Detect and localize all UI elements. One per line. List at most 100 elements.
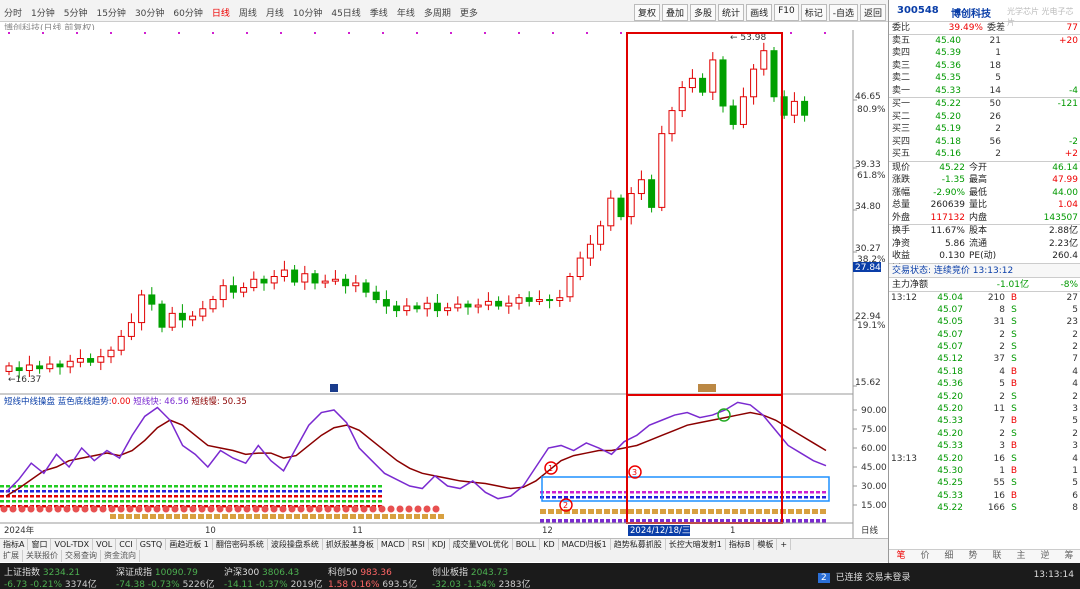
- asks-row[interactable]: 卖五 45.40 21 +20: [889, 35, 1080, 48]
- index-ticker[interactable]: 创业板指 2043.73 -32.03 -1.54% 2383亿: [432, 565, 530, 589]
- period-tab[interactable]: 分时: [4, 6, 22, 19]
- candle-body: [535, 299, 543, 302]
- indicator-tab[interactable]: 趋势私募抓股: [611, 539, 666, 550]
- extension-tab[interactable]: 资金流向: [101, 550, 140, 562]
- bids-row[interactable]: 买五 45.16 2 +2: [889, 148, 1080, 161]
- panel-bottom-tabs: 笔价细势联主逆筹: [889, 549, 1080, 563]
- indicator-tab[interactable]: 成交量VOL优化: [450, 539, 513, 550]
- indicator-tab[interactable]: KDJ: [429, 539, 450, 550]
- current-price-value: 27.84: [855, 263, 881, 273]
- netflow-row: 主力净额 -1.01亿 -8%: [889, 278, 1080, 292]
- bids-row[interactable]: 买四 45.18 56 -2: [889, 136, 1080, 149]
- event-marker[interactable]: [698, 384, 716, 392]
- index-ticker[interactable]: 深证成指 10090.79 -74.38 -0.73% 5226亿: [116, 565, 214, 589]
- asks-row[interactable]: 卖一 45.33 14 -4: [889, 85, 1080, 98]
- tick-side: B: [1010, 490, 1018, 501]
- indicator-tab[interactable]: VOL-TDX: [51, 539, 94, 550]
- quote-row: 外盘 117132 内盘 143507: [889, 212, 1080, 225]
- chart-action-button[interactable]: 画线: [746, 4, 773, 21]
- period-tab[interactable]: 周线: [239, 6, 257, 19]
- index-ticker[interactable]: 科创50 983.36 1.58 0.16% 693.5亿: [328, 565, 417, 589]
- asks-row[interactable]: 卖三 45.36 18: [889, 60, 1080, 73]
- event-marker[interactable]: [330, 384, 338, 392]
- indicator-tab[interactable]: MACD: [378, 539, 409, 550]
- asks-row[interactable]: 卖二 45.35 5: [889, 72, 1080, 85]
- cursor-date: 2024/12/18/三: [630, 526, 690, 536]
- kline-chart[interactable]: 46.6539.3334.8030.2722.9415.6280.9%61.8%…: [0, 30, 888, 395]
- indicator-tab[interactable]: 波段操盘系统: [268, 539, 323, 550]
- candle-body: [627, 193, 635, 218]
- bids-row[interactable]: 买二 45.20 26: [889, 111, 1080, 124]
- period-tab[interactable]: 10分钟: [293, 6, 322, 19]
- indicator-tab[interactable]: 窗口: [28, 539, 52, 550]
- chart-action-button[interactable]: 叠加: [662, 4, 689, 21]
- indicator-tab[interactable]: RSI: [409, 539, 429, 550]
- indicator-tab[interactable]: 长控大暗发射1: [666, 539, 726, 550]
- chart-action-button[interactable]: 返回: [859, 4, 886, 21]
- panel-tab[interactable]: 主: [1009, 550, 1033, 563]
- index-ticker[interactable]: 沪深300 3806.43 -14.11 -0.37% 2019亿: [224, 565, 322, 589]
- pct-axis-label: 61.8%: [857, 171, 886, 181]
- tick-time: [889, 502, 921, 514]
- indicator-tab[interactable]: VOL: [93, 539, 117, 550]
- candle-body: [637, 179, 645, 195]
- chart-action-button[interactable]: -自选: [828, 4, 858, 21]
- indicator-tab[interactable]: CCI: [116, 539, 137, 550]
- bids-row[interactable]: 买三 45.19 2: [889, 123, 1080, 136]
- period-tab[interactable]: 5分钟: [64, 6, 88, 19]
- period-tab[interactable]: 60分钟: [173, 6, 202, 19]
- indicator-tab[interactable]: 抓妖股基身板: [323, 539, 378, 550]
- panel-tab[interactable]: 逆: [1033, 550, 1057, 563]
- quote-label: 现价: [892, 162, 911, 173]
- period-tab[interactable]: 45日线: [331, 6, 360, 19]
- indicator-tab[interactable]: GSTQ: [137, 539, 167, 550]
- bids-price: 45.20: [935, 111, 961, 122]
- connection-badge[interactable]: 2: [818, 573, 830, 583]
- panel-tab[interactable]: 价: [913, 550, 937, 563]
- indicator-tab[interactable]: 画趋近板 1: [166, 539, 213, 550]
- tick-time: 13:12: [891, 292, 917, 303]
- indicator-tab[interactable]: MACD归板1: [559, 539, 611, 550]
- tick-row: 45.07 2 S 2: [889, 329, 1080, 341]
- quote-label: 总量: [892, 200, 911, 210]
- tick-time: 13:13: [891, 453, 917, 464]
- period-tab[interactable]: 15分钟: [96, 6, 125, 19]
- period-tab[interactable]: 季线: [370, 6, 388, 19]
- chart-action-button[interactable]: 统计: [718, 4, 745, 21]
- period-tab[interactable]: 多周期: [424, 6, 451, 19]
- panel-tab[interactable]: 笔: [889, 550, 913, 563]
- extension-tab[interactable]: 交易查询: [62, 550, 101, 562]
- indicator-tab[interactable]: 翻倍密码系统: [213, 539, 268, 550]
- asks-row[interactable]: 卖四 45.39 1: [889, 47, 1080, 60]
- panel-tab[interactable]: 联: [985, 550, 1009, 563]
- extension-tab[interactable]: 关联报价: [23, 550, 62, 562]
- candle-body: [301, 273, 309, 283]
- bids-row[interactable]: 买一 45.22 50 -121: [889, 98, 1080, 111]
- date-axis-label: 1: [730, 526, 735, 536]
- indicator-tab[interactable]: +: [777, 539, 792, 550]
- indicator-tab[interactable]: KD: [540, 539, 559, 550]
- indicator-tab[interactable]: 指标A: [0, 539, 29, 550]
- panel-tab[interactable]: 筹: [1057, 550, 1080, 563]
- chart-action-button[interactable]: 复权: [634, 4, 661, 21]
- indicator-chart[interactable]: 短线中线操盘 蓝色底线趋势:0.00 短线快: 46.56 短线慢: 50.35…: [0, 395, 888, 538]
- chart-action-button[interactable]: 标记: [800, 4, 827, 21]
- chart-action-button[interactable]: 多股: [690, 4, 717, 21]
- period-tab[interactable]: 年线: [397, 6, 415, 19]
- period-tab[interactable]: 更多: [460, 6, 478, 19]
- period-tab[interactable]: 月线: [266, 6, 284, 19]
- period-tab[interactable]: 日线: [212, 6, 230, 19]
- chart-action-button[interactable]: F10: [774, 4, 799, 21]
- index-ticker[interactable]: 上证指数 3234.21 -6.73 -0.21% 3374亿: [4, 565, 97, 589]
- period-tab[interactable]: 30分钟: [135, 6, 164, 19]
- period-tab[interactable]: 1分钟: [31, 6, 55, 19]
- tick-side: S: [1011, 404, 1017, 415]
- tick-price: 45.22: [937, 503, 963, 514]
- panel-tab[interactable]: 势: [961, 550, 985, 563]
- indicator-tab[interactable]: 模板: [754, 539, 778, 550]
- panel-tab[interactable]: 细: [937, 550, 961, 563]
- asks-price: 45.39: [935, 48, 961, 58]
- indicator-tab[interactable]: 指标B: [726, 539, 755, 550]
- indicator-tab[interactable]: BOLL: [513, 539, 541, 550]
- extension-tab[interactable]: 扩展: [0, 550, 23, 562]
